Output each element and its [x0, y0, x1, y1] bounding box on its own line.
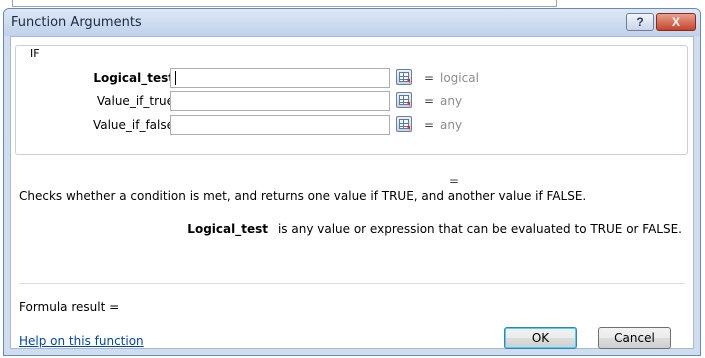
- argument-label: Value_if_true: [96, 94, 174, 108]
- arrow-icon: [406, 102, 410, 106]
- dialog-body: IF Logical_test = logical Value_if_true: [10, 36, 694, 349]
- arrow-icon: [406, 79, 410, 83]
- help-link[interactable]: Help on this function: [19, 334, 144, 348]
- argument-label: Value_if_false: [92, 118, 174, 132]
- dialog-title: Function Arguments: [11, 15, 142, 30]
- argument-row-value-if-false: Value_if_false = any: [16, 114, 689, 136]
- argument-description-name: Logical_test: [187, 222, 268, 236]
- logical-test-input[interactable]: [170, 68, 390, 88]
- collapse-dialog-button[interactable]: [396, 116, 412, 132]
- formula-result-label: Formula result =: [19, 300, 120, 314]
- value-if-true-input[interactable]: [170, 91, 390, 111]
- collapse-dialog-button[interactable]: [396, 92, 412, 108]
- help-button[interactable]: ?: [626, 13, 654, 31]
- argument-description: Logical_test is any value or expression t…: [187, 222, 682, 236]
- title-bar[interactable]: Function Arguments ? X: [4, 9, 700, 36]
- cancel-button[interactable]: Cancel: [598, 327, 671, 349]
- argument-description-text: is any value or expression that can be e…: [277, 222, 682, 236]
- divider: [19, 283, 685, 284]
- function-name: IF: [28, 47, 42, 60]
- close-button[interactable]: X: [656, 13, 696, 31]
- ok-button[interactable]: OK: [504, 327, 577, 349]
- question-mark-icon: ?: [636, 15, 644, 29]
- argument-row-value-if-true: Value_if_true = any: [16, 90, 689, 112]
- function-result-equals: =: [449, 174, 460, 188]
- argument-result: any: [440, 94, 463, 108]
- function-description: Checks whether a condition is met, and r…: [19, 189, 587, 203]
- argument-result: any: [440, 118, 463, 132]
- argument-row-logical-test: Logical_test = logical: [16, 67, 689, 89]
- function-group: IF Logical_test = logical Value_if_true: [15, 45, 688, 155]
- value-if-false-input[interactable]: [170, 115, 390, 135]
- equals-sign: =: [424, 94, 435, 108]
- argument-result: logical: [440, 71, 479, 85]
- equals-sign: =: [424, 71, 435, 85]
- formula-bar-edge: [12, 0, 557, 7]
- collapse-dialog-button[interactable]: [396, 69, 412, 85]
- equals-sign: =: [424, 118, 435, 132]
- close-icon: X: [671, 15, 680, 29]
- text-cursor: [175, 71, 176, 85]
- function-arguments-dialog: Function Arguments ? X IF Logical_test =…: [3, 8, 701, 356]
- argument-label: Logical_test: [93, 71, 174, 85]
- arrow-icon: [406, 126, 410, 130]
